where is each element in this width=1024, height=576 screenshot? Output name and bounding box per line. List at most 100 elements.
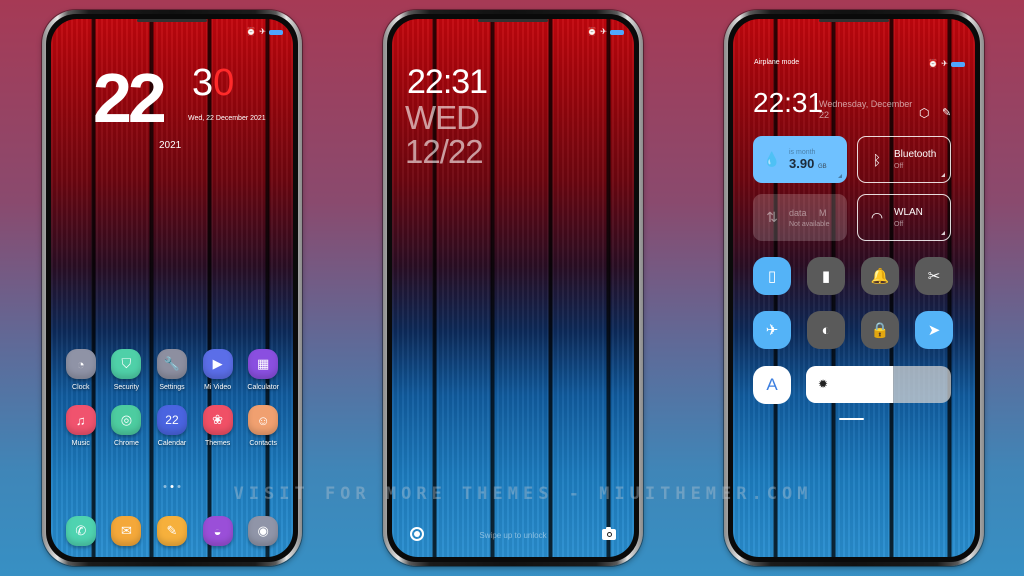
settings-gear-icon[interactable]: ⬡ — [919, 107, 931, 119]
app-label: Calculator — [247, 384, 279, 391]
app-chrome[interactable]: ◎ Chrome — [104, 405, 150, 447]
play-icon: ▶ — [202, 349, 233, 379]
earpiece — [137, 19, 207, 22]
battery-icon — [951, 61, 965, 67]
alarm-icon: ⏰ — [928, 59, 939, 68]
quick-settings-grid: ▯ ▮ 🔔 ✂ ✈ ◐ 🔒 ➤ — [753, 257, 953, 349]
page-indicator — [163, 485, 181, 488]
status-bar: ⏰ ✈ — [246, 28, 283, 36]
clock-minute-tens: 3 — [192, 62, 214, 104]
page-dot[interactable] — [163, 485, 167, 488]
app-label: Security — [113, 384, 140, 391]
brightness-slider[interactable]: ✹ — [806, 366, 951, 403]
lock-time: 22:31 — [407, 63, 488, 101]
status-bar: ⏰ ✈ — [587, 28, 624, 36]
shield-icon: ⛉ — [111, 349, 142, 379]
phone-bezel: ⏰ ✈ 22 30 Wed, 22 December 2021 2021 ◔ Cl… — [46, 14, 298, 562]
browser-icon: ◒ — [213, 523, 222, 539]
battery-icon — [610, 29, 624, 35]
notes-icon: ✎ — [166, 523, 178, 538]
toggle-location[interactable]: ➤ — [915, 311, 953, 349]
airplane-icon: ✈ — [765, 322, 779, 339]
phone-bezel: Airplane mode ⏰ ✈ 22:31 Wednesday, Decem… — [728, 14, 980, 562]
toggle-screenshot[interactable]: ✂ — [915, 257, 953, 295]
phone-icon: ✆ — [75, 523, 87, 538]
dock-phone[interactable]: ✆ — [65, 516, 96, 546]
app-settings[interactable]: 🔧 Settings — [149, 349, 195, 391]
app-calendar[interactable]: 22 Calendar — [149, 405, 195, 447]
airplane-icon: ✈ — [941, 59, 948, 68]
clock-hours: 22 — [93, 59, 167, 137]
bluetooth-tile[interactable]: ᛒ Bluetooth Off — [857, 136, 951, 183]
auto-brightness-button[interactable]: A — [753, 366, 791, 404]
data-usage-tile[interactable]: 💧 is month 3.90 GB — [753, 136, 847, 183]
alarm-icon: ⏰ — [587, 27, 598, 36]
wlan-tile[interactable]: ◠ WLAN Off — [857, 194, 951, 241]
airplane-mode-label: Airplane mode — [754, 59, 800, 66]
app-label: Mi Video — [204, 384, 232, 391]
page-dot[interactable] — [177, 485, 181, 488]
app-mi-video[interactable]: ▶ Mi Video — [195, 349, 241, 391]
app-label: Music — [71, 440, 90, 447]
dock-camera[interactable]: ◉ — [248, 516, 279, 546]
app-label: Clock — [72, 384, 90, 391]
app-security[interactable]: ⛉ Security — [104, 349, 150, 391]
phone-bezel: ⏰ ✈ 22:31 WED 12/22 Swipe up to unlock — [387, 14, 639, 562]
app-clock[interactable]: ◔ Clock — [58, 349, 104, 391]
screenshot-icon: ✂ — [927, 268, 941, 285]
location-icon: ➤ — [927, 322, 941, 339]
cc-date: Wednesday, December 22 — [819, 99, 913, 120]
swipe-hint: Swipe up to unlock — [479, 531, 547, 540]
app-label: Settings — [159, 384, 185, 391]
message-icon: ✉ — [120, 523, 132, 538]
camera-icon[interactable] — [602, 527, 616, 540]
bell-icon: 🔔 — [870, 268, 890, 285]
clock-minute-ones: 0 — [213, 62, 235, 104]
dock: ✆ ✉ ✎ ◒ ◉ — [58, 516, 286, 546]
expand-corner-icon — [941, 231, 945, 235]
dock-browser[interactable]: ◒ — [202, 516, 233, 546]
toggle-airplane[interactable]: ✈ — [753, 311, 791, 349]
phone-control-center: Airplane mode ⏰ ✈ 22:31 Wednesday, Decem… — [724, 10, 984, 566]
vibrate-icon: ▯ — [767, 268, 777, 285]
earpiece — [819, 19, 889, 22]
toggle-mute[interactable]: 🔔 — [861, 257, 899, 295]
mobile-data-status: Not available — [789, 220, 830, 228]
bluetooth-icon: ᛒ — [872, 151, 882, 168]
status-bar: ⏰ ✈ — [928, 60, 965, 68]
expand-corner-icon — [941, 173, 945, 177]
dock-messaging[interactable]: ✉ — [111, 516, 142, 546]
wifi-icon: ◠ — [870, 209, 884, 225]
toggle-vibrate[interactable]: ▯ — [753, 257, 791, 295]
date-text: Wed, 22 December 2021 — [188, 115, 266, 122]
earpiece — [478, 19, 548, 22]
app-contacts[interactable]: ☺ Contacts — [240, 405, 286, 447]
battery-icon — [269, 29, 283, 35]
app-calculator[interactable]: ▦ Calculator — [240, 349, 286, 391]
phone-home-screen: ⏰ ✈ 22 30 Wed, 22 December 2021 2021 ◔ Cl… — [42, 10, 302, 566]
wrench-icon: 🔧 — [156, 349, 187, 379]
data-arrows-icon: ⇅ — [766, 209, 778, 225]
control-center: Airplane mode ⏰ ✈ 22:31 Wednesday, Decem… — [733, 19, 975, 557]
drag-handle[interactable] — [839, 418, 864, 420]
page-dot[interactable] — [170, 485, 174, 488]
mobile-data-title: data — [789, 207, 807, 218]
phone-lock-screen: ⏰ ✈ 22:31 WED 12/22 Swipe up to unlock — [383, 10, 643, 566]
app-themes[interactable]: ❀ Themes — [195, 405, 241, 447]
app-music[interactable]: ♫ Music — [58, 405, 104, 447]
data-usage-value: 3.90 — [789, 155, 815, 171]
edit-icon[interactable]: ✎ — [942, 107, 954, 119]
toggle-dark-mode[interactable]: ◐ — [807, 311, 845, 349]
bluetooth-title: Bluetooth — [894, 149, 937, 160]
mobile-data-tile[interactable]: ⇅ data M Not available — [753, 194, 847, 241]
clock-icon: ◔ — [65, 349, 96, 379]
lock-screen: ⏰ ✈ 22:31 WED 12/22 Swipe up to unlock — [392, 19, 634, 557]
dock-notes[interactable]: ✎ — [156, 516, 187, 546]
app-label: Calendar — [157, 440, 187, 447]
toggle-lock-screen[interactable]: 🔒 — [861, 311, 899, 349]
expand-corner-icon — [838, 174, 842, 178]
app-label: Chrome — [113, 440, 139, 447]
chrome-icon: ◎ — [111, 405, 142, 435]
toggle-flashlight[interactable]: ▮ — [807, 257, 845, 295]
dark-mode-icon: ◐ — [821, 321, 831, 339]
